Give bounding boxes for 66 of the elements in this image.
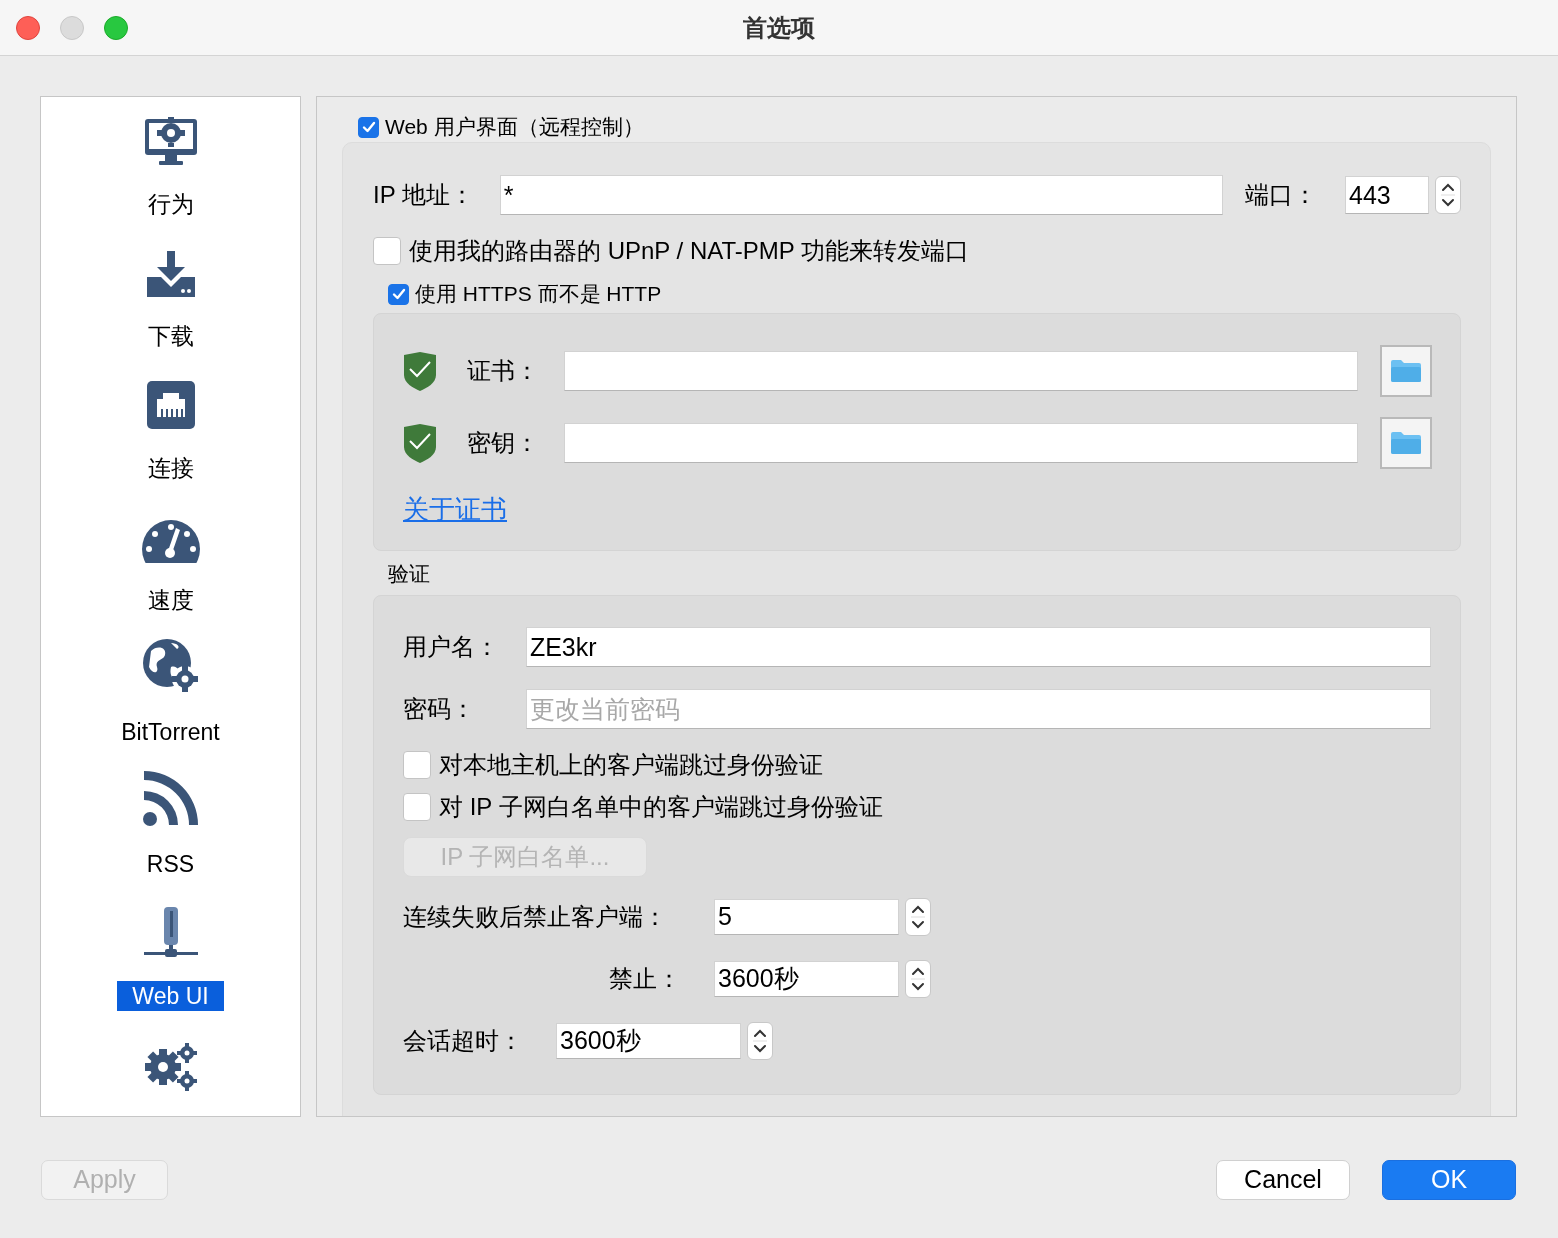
- browse-folder-button[interactable]: [1380, 417, 1432, 469]
- sidebar-item-label[interactable]: 行为: [132, 189, 209, 219]
- server-network-icon: [141, 905, 200, 959]
- sidebar-item-label[interactable]: Web UI: [117, 981, 224, 1011]
- ip-address-field[interactable]: *: [499, 175, 1224, 215]
- field-label: 密码：: [403, 694, 476, 724]
- checkbox[interactable]: [403, 793, 431, 821]
- shield-check-icon: [403, 351, 437, 391]
- checkbox[interactable]: [403, 751, 431, 779]
- field-label: 证书：: [466, 356, 540, 386]
- window-title: 首选项: [743, 13, 815, 43]
- sidebar-item[interactable]: 连接: [41, 361, 300, 493]
- stepper-control[interactable]: [747, 1022, 773, 1060]
- dialog-button[interactable]: Cancel: [1216, 1160, 1350, 1200]
- key-path-field[interactable]: [563, 423, 1359, 463]
- sidebar-item[interactable]: 速度: [41, 493, 300, 625]
- field-label: 密钥：: [466, 428, 540, 458]
- folder-icon: [1390, 359, 1423, 383]
- field-label: 会话超时：: [403, 1026, 524, 1056]
- sidebar-item[interactable]: RSS: [41, 757, 300, 889]
- port-field[interactable]: 443: [1345, 176, 1430, 214]
- stepper-control[interactable]: [1435, 176, 1461, 214]
- gears-icon: [142, 1043, 199, 1091]
- dialog-button[interactable]: OK: [1382, 1160, 1516, 1200]
- checkbox-label: 对本地主机上的客户端跳过身份验证: [439, 750, 823, 780]
- globe-gear-icon: [140, 637, 201, 695]
- sidebar-item[interactable]: Web UI: [41, 889, 300, 1021]
- session-timeout-field[interactable]: 3600秒: [556, 1023, 741, 1059]
- sidebar-item-label[interactable]: BitTorrent: [106, 717, 235, 747]
- sidebar-item[interactable]: 行为: [41, 97, 300, 229]
- stepper-control[interactable]: [905, 960, 931, 998]
- sidebar-item[interactable]: 下载: [41, 229, 300, 361]
- sidebar-item-label[interactable]: 下载: [132, 321, 209, 351]
- field-label: 用户名：: [403, 632, 500, 662]
- sidebar-item-label[interactable]: 速度: [132, 585, 209, 615]
- ban-attempts-field[interactable]: 5: [714, 899, 899, 935]
- checkbox-label: Web 用户界面（远程控制）: [385, 116, 644, 138]
- field-label: IP 地址：: [373, 180, 475, 210]
- zoom-window-button[interactable]: [104, 15, 128, 40]
- browse-folder-button[interactable]: [1380, 345, 1432, 397]
- checkbox[interactable]: [373, 237, 401, 265]
- checkbox-label: 使用我的路由器的 UPnP / NAT-PMP 功能来转发端口: [409, 236, 970, 266]
- checkbox[interactable]: [388, 283, 409, 305]
- rss-icon: [141, 769, 200, 827]
- field-label: 禁止：: [608, 964, 682, 994]
- checkbox-label: 使用 HTTPS 而不是 HTTP: [415, 281, 662, 308]
- username-field[interactable]: ZE3kr: [525, 627, 1431, 667]
- shield-check-icon: [403, 423, 437, 463]
- section-title: 验证: [388, 561, 431, 587]
- speedometer-icon: [140, 519, 201, 563]
- folder-icon: [1390, 431, 1423, 455]
- minimize-window-button[interactable]: [60, 15, 84, 40]
- certificate-path-field[interactable]: [563, 351, 1359, 391]
- sidebar-item[interactable]: BitTorrent: [41, 625, 300, 757]
- sidebar-item-label[interactable]: 连接: [132, 453, 209, 483]
- sidebar-item-label[interactable]: RSS: [131, 849, 210, 879]
- checkbox-label: 对 IP 子网白名单中的客户端跳过身份验证: [439, 792, 883, 822]
- password-field[interactable]: 更改当前密码: [525, 689, 1431, 729]
- ban-duration-field[interactable]: 3600秒: [714, 961, 899, 997]
- checkbox[interactable]: [358, 116, 379, 138]
- ethernet-port-icon: [144, 379, 197, 431]
- field-label: 端口：: [1245, 180, 1319, 210]
- monitor-gear-icon: [142, 115, 199, 167]
- stepper-control[interactable]: [905, 898, 931, 936]
- close-window-button[interactable]: [16, 15, 40, 40]
- field-label: 连续失败后禁止客户端：: [403, 902, 668, 932]
